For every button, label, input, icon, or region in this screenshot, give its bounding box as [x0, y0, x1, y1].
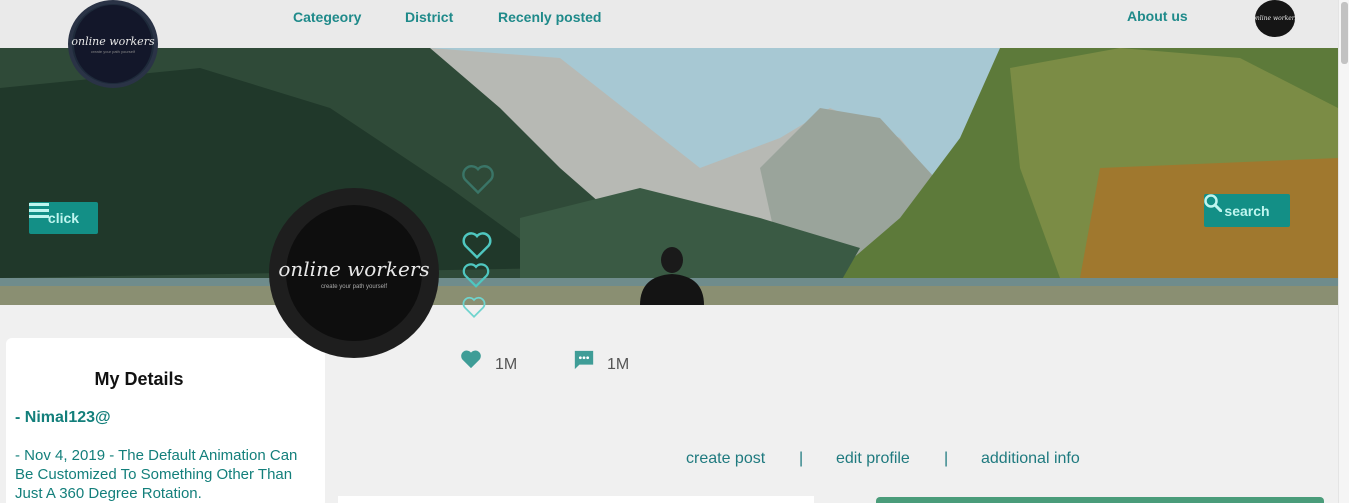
comment-icon[interactable] [573, 349, 595, 371]
site-logo-inner: online workers create your path yourself [71, 5, 155, 83]
profile-picture: online workers create your path yourself [269, 188, 439, 358]
like-heart-icon[interactable] [460, 349, 482, 369]
heart-icon[interactable] [460, 230, 494, 260]
profile-logo-text: online workers [278, 256, 430, 281]
search-icon [1204, 194, 1222, 212]
menu-icon [29, 203, 49, 218]
menu-click-button[interactable]: click [29, 202, 98, 234]
nav-link-recently-posted[interactable]: Recenly posted [498, 9, 601, 25]
action-separator: | [944, 450, 949, 467]
nav-link-category[interactable]: Categeory [293, 9, 361, 25]
details-description: - Nov 4, 2019 - The Default Animation Ca… [15, 447, 298, 502]
my-details-card: My Details - Nimal123@ - Nov 4, 2019 - T… [6, 338, 325, 503]
page-scrollbar[interactable] [1338, 0, 1349, 503]
heart-icon[interactable] [461, 295, 487, 319]
nav-link-about-us[interactable]: About us [1127, 8, 1188, 24]
likes-count: 1M [495, 356, 518, 373]
profile-logo-tagline: create your path yourself [320, 283, 388, 290]
user-avatar[interactable]: online workers [1252, 0, 1298, 37]
site-logo[interactable]: online workers create your path yourself [68, 0, 158, 88]
action-separator: | [799, 450, 804, 467]
edit-profile-link[interactable]: edit profile [836, 450, 910, 468]
nav-link-district[interactable]: District [405, 9, 453, 25]
my-details-title: My Details [94, 369, 184, 389]
avatar-logo-text: online workers [1252, 15, 1298, 22]
scrollbar-thumb[interactable] [1341, 2, 1348, 64]
additional-info-link[interactable]: additional info [981, 450, 1080, 468]
post-card [338, 496, 814, 503]
site-logo-tagline: create your path yourself [90, 48, 136, 54]
heart-icon[interactable] [460, 162, 496, 196]
comments-count: 1M [607, 356, 630, 373]
details-username: - Nimal123@ [15, 409, 111, 426]
search-button-label: search [1224, 202, 1270, 219]
heart-icon[interactable] [461, 261, 491, 289]
profile-picture-inner: online workers create your path yourself [278, 205, 430, 341]
mountain-lake-image [0, 48, 1338, 305]
click-button-label: click [47, 210, 80, 226]
top-navbar: Categeory District Recenly posted About … [0, 0, 1338, 48]
create-post-link[interactable]: create post [686, 450, 765, 468]
info-panel [876, 497, 1324, 503]
site-logo-text: online workers [71, 34, 155, 48]
search-button[interactable]: search [1204, 194, 1290, 227]
cover-banner: click search [0, 48, 1338, 305]
